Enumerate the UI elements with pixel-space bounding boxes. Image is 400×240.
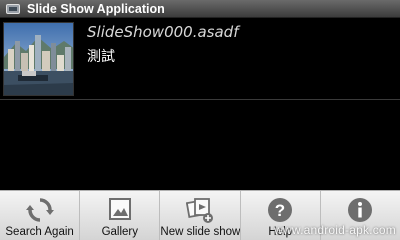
slideshow-name: SlideShow000.asadf xyxy=(87,23,239,41)
menu-item-new-slide-show[interactable]: New slide show xyxy=(160,191,241,240)
gallery-icon xyxy=(108,198,131,220)
watermark: www.android-apk.com xyxy=(274,223,396,237)
list-divider xyxy=(0,99,400,100)
info-icon xyxy=(348,198,373,222)
menu-label-search-again: Search Again xyxy=(5,226,74,238)
slideshow-list-item[interactable]: SlideShow000.asadf 測試 xyxy=(0,19,400,99)
menu-label-new-slide-show: New slide show xyxy=(160,226,241,238)
new-slideshow-icon xyxy=(186,198,213,223)
help-icon: ? xyxy=(268,198,293,222)
menu-item-gallery[interactable]: Gallery xyxy=(80,191,161,240)
refresh-icon xyxy=(25,198,54,222)
svg-text:?: ? xyxy=(275,201,285,220)
menu-item-search-again[interactable]: Search Again xyxy=(0,191,81,240)
menu-label-gallery: Gallery xyxy=(101,226,139,238)
slideshow-thumbnail xyxy=(3,22,74,96)
slideshow-subtitle: 測試 xyxy=(87,49,115,65)
title-bar: Slide Show Application xyxy=(0,0,400,18)
window-title: Slide Show Application xyxy=(27,2,165,16)
app-icon xyxy=(6,4,20,14)
